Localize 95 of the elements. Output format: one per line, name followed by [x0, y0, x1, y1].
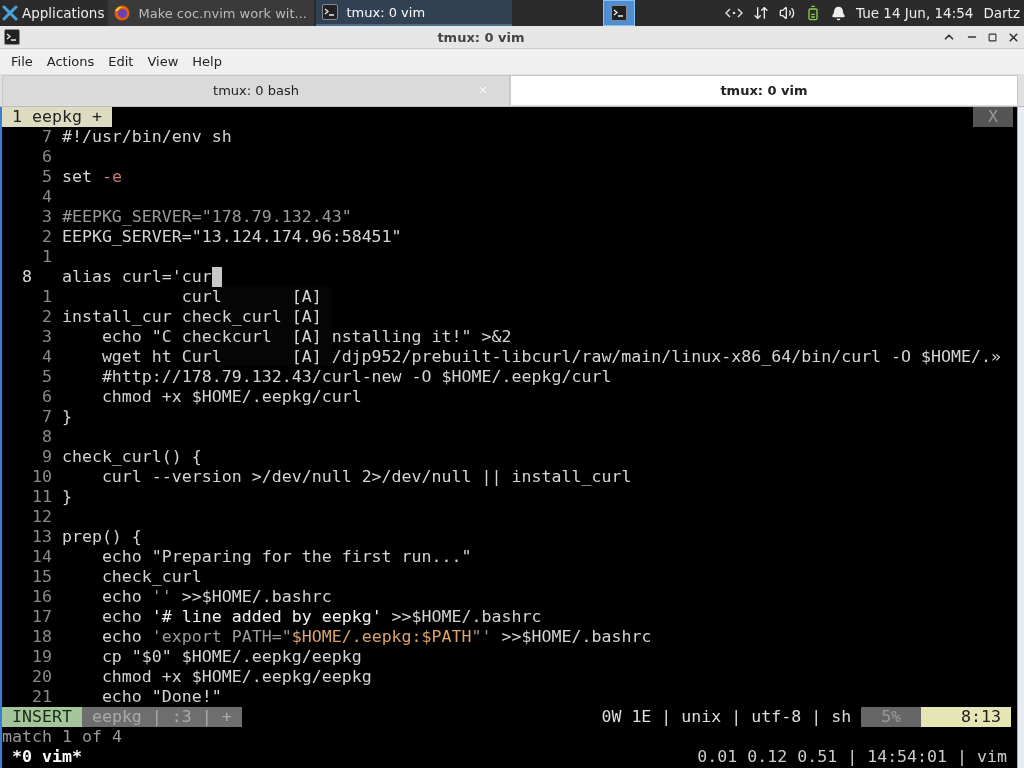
taskbar-item[interactable]: Make coc.nvim work wit... — [108, 0, 315, 26]
line-number: 8 — [20, 267, 33, 287]
terminal-tab[interactable]: tmux: 0 bash — [2, 75, 510, 105]
cursor-position: 8:13 — [921, 707, 1011, 727]
code-line: /djp952/prebuilt-libcurl/raw/main/linux-x86_64/bin/curl -O $HOME/.» — [331, 347, 1001, 367]
code-line: check_curl — [100, 567, 202, 587]
line-number: 5 — [40, 367, 52, 387]
completion-item[interactable]: checkcurl [A] — [181, 327, 332, 347]
line-number: 4 — [40, 187, 52, 207]
line-number: 13 — [30, 527, 52, 547]
line-number: 5 — [40, 167, 52, 187]
menu-item[interactable]: Edit — [101, 54, 141, 69]
line-number: 1 — [40, 287, 52, 307]
code-line: } — [61, 487, 72, 507]
line-number: 3 — [40, 327, 52, 347]
code-line: install_cur — [61, 307, 173, 327]
code-line: echo "Preparing for the first run..." — [100, 547, 472, 567]
terminal-icon — [611, 5, 627, 21]
user-name[interactable]: Dartz — [983, 5, 1020, 21]
line-number: 20 — [30, 667, 52, 687]
volume-icon[interactable] — [779, 5, 795, 21]
line-number: 11 — [30, 487, 52, 507]
line-number: 1 — [40, 247, 52, 267]
code-line: } — [61, 407, 72, 427]
battery-icon[interactable] — [805, 5, 821, 21]
code-line: echo "C — [100, 327, 173, 347]
tmux-window[interactable]: *0 vim* — [2, 747, 82, 767]
terminal-icon — [4, 29, 20, 45]
line-number: 12 — [30, 507, 52, 527]
line-number: 6 — [40, 147, 52, 167]
completion-item[interactable]: check_curl [A] — [181, 307, 332, 327]
line-number: 7 — [40, 407, 52, 427]
clock[interactable]: Tue 14 Jun, 14:54 — [856, 5, 974, 21]
line-number: 19 — [30, 647, 52, 667]
window-title: tmux: 0 vim — [436, 29, 526, 45]
scrollbar[interactable] — [1017, 107, 1024, 768]
code-line: cp "$0" $HOME/.eepkg/eepkg — [100, 647, 362, 667]
menu-item[interactable]: Help — [185, 54, 229, 69]
code-line: chmod +x $HOME/.eepkg/eepkg — [100, 667, 372, 687]
menu-item[interactable]: File — [4, 54, 40, 69]
line-number: 2 — [40, 307, 52, 327]
line-number: 10 — [30, 467, 52, 487]
code-line: prep() { — [61, 527, 142, 547]
line-number: 4 — [40, 347, 52, 367]
line-number: 3 — [40, 207, 52, 227]
vim-tab[interactable]: 1 eepkg + — [2, 107, 112, 127]
code-line: alias curl='cur — [61, 267, 212, 287]
line-number: 17 — [30, 607, 52, 627]
code-line: wget ht — [100, 347, 173, 367]
line-number: 6 — [40, 387, 52, 407]
taskbar-item[interactable]: tmux: 0 vim — [316, 0, 513, 26]
code-line: nstalling it!" >&2 — [331, 327, 512, 347]
line-number: 18 — [30, 627, 52, 647]
mode-indicator: INSERT — [2, 707, 82, 727]
code-line: echo "Done!" — [100, 687, 222, 707]
maximize-icon — [988, 32, 997, 42]
applications-menu[interactable]: Applications — [0, 0, 109, 26]
code-line: set -e — [61, 167, 122, 187]
browser-icon — [114, 5, 131, 21]
tmux-status: 0.01 0.12 0.51 | 14:54:01 | vim — [697, 747, 1008, 767]
line-number: 9 — [40, 447, 52, 467]
code-line: EEPKG_SERVER="13.124.174.96:58451" — [61, 227, 402, 247]
menu-item[interactable]: Actions — [39, 54, 102, 69]
close-icon — [1007, 30, 1020, 44]
file-info: eepkg | :3 | + — [81, 707, 242, 727]
line-number: 7 — [40, 127, 52, 147]
text-cursor — [211, 267, 222, 287]
line-number: 16 — [30, 587, 52, 607]
transfer-icon[interactable] — [753, 5, 769, 21]
line-number: 8 — [40, 427, 52, 447]
network-icon[interactable] — [725, 7, 743, 19]
line-number: 14 — [30, 547, 52, 567]
code-line: echo '' >>$HOME/.bashrc — [100, 587, 332, 607]
code-line: echo 'export PATH="$HOME/.eepkg:$PATH"' >>$HOME/.bashrc — [100, 627, 652, 647]
code-line: check_curl() { — [61, 447, 202, 467]
terminal-icon — [322, 4, 339, 20]
message-line: match 1 of 4 — [2, 727, 122, 747]
notification-icon[interactable] — [831, 5, 846, 21]
workspace-button[interactable] — [603, 0, 635, 26]
menu-item[interactable]: View — [140, 54, 186, 69]
terminal-tab[interactable]: tmux: 0 vim — [510, 75, 1018, 105]
line-number: 2 — [40, 227, 52, 247]
code-line: #!/usr/bin/env sh — [61, 127, 232, 147]
completion-item[interactable]: Curl [A] — [181, 347, 332, 367]
line-number: 21 — [30, 687, 52, 707]
code-line: curl --version >/dev/null 2>/dev/null || install_curl — [100, 467, 632, 487]
code-line: echo '# line added by eepkg' >>$HOME/.bashrc — [100, 607, 542, 627]
code-line: #http://178.79.132.43/curl-new -O $HOME/.eepkg/curl — [100, 367, 612, 387]
close-button[interactable] — [1007, 30, 1020, 44]
completion-item[interactable]: curl [A] — [181, 287, 332, 307]
code-line: #EEPKG_SERVER="178.79.132.43" — [61, 207, 352, 227]
maximize-button[interactable] — [988, 32, 997, 42]
file-status: 0W 1E | unix | utf-8 | sh — [600, 707, 853, 727]
code-line: chmod +x $HOME/.eepkg/curl — [100, 387, 362, 407]
line-number: 15 — [30, 567, 52, 587]
